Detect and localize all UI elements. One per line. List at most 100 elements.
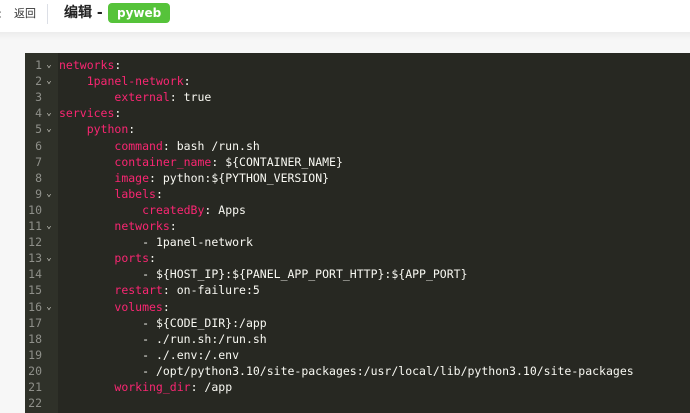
- code-text: python:: [86, 122, 136, 137]
- code-text: createdBy: Apps: [142, 202, 246, 217]
- code-text: volumes:: [114, 299, 170, 314]
- yaml-key: services: [59, 106, 115, 121]
- code-line[interactable]: 6 command: bash /run.sh: [25, 138, 690, 154]
- line-number: 16: [28, 299, 42, 314]
- code-line[interactable]: 18 - ./run.sh:/run.sh: [25, 331, 690, 347]
- yaml-key: labels: [114, 186, 156, 201]
- code-text: command: bash /run.sh: [114, 138, 260, 153]
- yaml-value: - ${HOST_IP}:${PANEL_APP_PORT_HTTP}:${AP…: [142, 267, 468, 282]
- yaml-key: ports: [114, 251, 150, 266]
- code-line[interactable]: 19 - ./.env:/.env: [25, 347, 690, 363]
- yaml-key: python: [86, 122, 129, 137]
- line-number: 14: [28, 267, 42, 282]
- line-number: 1: [35, 58, 42, 72]
- code-line[interactable]: 22: [25, 395, 690, 411]
- line-number: 21: [28, 380, 42, 394]
- code-text: container_name: ${CONTAINER_NAME}: [114, 154, 343, 169]
- yaml-value: Apps: [211, 202, 246, 217]
- code-text: - ${CODE_DIR}:/app: [59, 315, 267, 331]
- line-number: 6: [35, 138, 42, 153]
- line-number: 12: [28, 235, 42, 250]
- line-number: 17: [28, 315, 42, 330]
- line-number: 4: [35, 106, 42, 121]
- code-text: ports:: [114, 251, 156, 266]
- yaml-value: - 1panel-network: [142, 235, 253, 250]
- yaml-value: on-failure:5: [169, 283, 260, 298]
- line-number: 3: [35, 90, 42, 105]
- code-text: - 1panel-network: [59, 234, 253, 250]
- line-number: 15: [28, 283, 42, 298]
- yaml-value: - ${CODE_DIR}:/app: [142, 315, 267, 330]
- yaml-key: container_name: [114, 154, 212, 169]
- chevron-down-icon[interactable]: ⌄: [44, 218, 54, 234]
- page-title: 编辑 -: [64, 5, 103, 21]
- code-text: restart: on-failure:5: [114, 283, 260, 298]
- chevron-down-icon[interactable]: ⌄: [44, 299, 54, 315]
- code-line[interactable]: 15 restart: on-failure:5: [25, 282, 690, 298]
- code-line[interactable]: 13 ⌄ ports:: [25, 250, 690, 266]
- yaml-key: restart: [114, 283, 163, 298]
- line-number: 8: [35, 170, 42, 185]
- code-text: services:: [59, 106, 122, 121]
- code-line[interactable]: 20 - /opt/python3.10/site-packages:/usr/…: [25, 363, 690, 379]
- code-text: external: true: [114, 90, 212, 105]
- chevron-left-icon[interactable]: ‹: [0, 5, 10, 23]
- line-number: 11: [28, 219, 42, 233]
- yaml-key: external: [114, 90, 170, 105]
- code-text: - ./run.sh:/run.sh: [59, 331, 267, 347]
- yaml-key: 1panel-network: [86, 74, 184, 89]
- code-text: labels:: [114, 186, 163, 201]
- chevron-down-icon[interactable]: ⌄: [44, 105, 54, 121]
- line-number: 2: [35, 74, 42, 89]
- line-number: 18: [28, 331, 42, 346]
- line-number: 10: [28, 202, 42, 217]
- code-line[interactable]: 8 image: python:${PYTHON_VERSION}: [25, 170, 690, 186]
- yaml-value: /app: [197, 380, 233, 394]
- code-text: - ${HOST_IP}:${PANEL_APP_PORT_HTTP}:${AP…: [59, 266, 468, 282]
- code-line[interactable]: 10 createdBy: Apps: [25, 202, 690, 218]
- yaml-value: ${CONTAINER_NAME}: [218, 154, 343, 169]
- code-line[interactable]: 1 ⌄ networks:: [25, 57, 690, 73]
- chevron-down-icon[interactable]: ⌄: [44, 121, 54, 137]
- code-line[interactable]: 21 working_dir: /app: [25, 379, 690, 395]
- code-line[interactable]: 14 - ${HOST_IP}:${PANEL_APP_PORT_HTTP}:$…: [25, 266, 690, 282]
- app-name-badge: pyweb: [108, 3, 171, 23]
- line-number: 22: [28, 396, 42, 411]
- yaml-value: bash /run.sh: [169, 138, 260, 153]
- yaml-key: networks: [59, 58, 115, 72]
- code-line[interactable]: 17 - ${CODE_DIR}:/app: [25, 315, 690, 331]
- line-number: 7: [35, 154, 42, 169]
- code-line[interactable]: 16 ⌄ volumes:: [25, 299, 690, 315]
- yaml-key: networks: [114, 219, 170, 233]
- chevron-down-icon[interactable]: ⌄: [44, 186, 54, 202]
- back-button[interactable]: 返回: [14, 7, 36, 21]
- yaml-value: - /opt/python3.10/site-packages:/usr/loc…: [142, 363, 634, 378]
- code-line[interactable]: 2 ⌄ 1panel-network:: [25, 73, 690, 89]
- yaml-value: - ./run.sh:/run.sh: [142, 331, 267, 346]
- code-text: working_dir: /app: [114, 380, 233, 394]
- code-text: networks:: [59, 58, 122, 72]
- code-editor[interactable]: 1 ⌄ networks: 2 ⌄ 1panel-network: 3 external:…: [25, 53, 690, 413]
- code-line[interactable]: 7 container_name: ${CONTAINER_NAME}: [25, 154, 690, 170]
- yaml-value: python:${PYTHON_VERSION}: [155, 170, 330, 185]
- code-text: - ./.env:/.env: [59, 347, 239, 363]
- yaml-value: true: [176, 90, 212, 105]
- code-line[interactable]: 3 external: true: [25, 89, 690, 105]
- code-text: 1panel-network:: [86, 74, 191, 89]
- yaml-key: command: [114, 138, 163, 153]
- code-line[interactable]: 5 ⌄ python:: [25, 121, 690, 137]
- chevron-down-icon[interactable]: ⌄: [44, 250, 54, 266]
- yaml-key: createdBy: [142, 202, 205, 217]
- code-line[interactable]: 11 ⌄ networks:: [25, 218, 690, 234]
- yaml-key: volumes: [114, 299, 163, 314]
- chevron-down-icon[interactable]: ⌄: [44, 57, 54, 73]
- line-number: 13: [28, 251, 42, 266]
- yaml-key: working_dir: [114, 380, 191, 394]
- line-number: 20: [28, 363, 42, 378]
- code-text: - /opt/python3.10/site-packages:/usr/loc…: [59, 363, 634, 379]
- code-line[interactable]: 9 ⌄ labels:: [25, 186, 690, 202]
- chevron-down-icon[interactable]: ⌄: [44, 73, 54, 89]
- code-line[interactable]: 4 ⌄ services:: [25, 105, 690, 121]
- page-header: ‹ 返回 编辑 - pyweb: [0, 0, 690, 32]
- code-line[interactable]: 12 - 1panel-network: [25, 234, 690, 250]
